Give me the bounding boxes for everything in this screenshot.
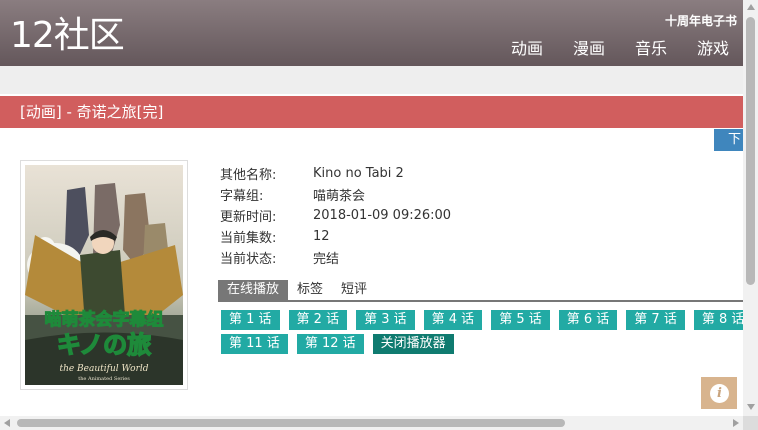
- detail-label: 更新时间:: [220, 210, 277, 225]
- detail-label: 当前集数:: [220, 231, 277, 246]
- episode-button[interactable]: 第 12 话: [296, 334, 364, 354]
- page-title-bar: [动画] - 奇诺之旅[完]: [0, 96, 743, 128]
- vertical-scrollbar[interactable]: [743, 0, 758, 416]
- detail-value: 喵萌茶会: [313, 189, 366, 204]
- detail-row-alt-name: 其他名称: Kino no Tabi 2: [220, 163, 451, 184]
- scroll-down-arrow-icon[interactable]: [747, 404, 755, 410]
- episode-row: 第 1 话 第 2 话 第 3 话 第 4 话 第 5 话 第 6 话 第 7 …: [221, 310, 753, 330]
- anime-details: 其他名称: Kino no Tabi 2 字幕组: 喵萌茶会 更新时间: 201…: [220, 163, 451, 268]
- page-title: [动画] - 奇诺之旅[完]: [20, 103, 164, 121]
- nav-manga[interactable]: 漫画: [573, 38, 605, 60]
- main-nav: 动画 漫画 音乐 游戏: [481, 38, 729, 60]
- episode-button[interactable]: 第 5 话: [491, 310, 550, 330]
- episode-list: 第 1 话 第 2 话 第 3 话 第 4 话 第 5 话 第 6 话 第 7 …: [221, 310, 753, 358]
- vertical-scroll-thumb[interactable]: [746, 17, 755, 285]
- scroll-up-arrow-icon[interactable]: [747, 4, 755, 10]
- poster-overlay-subtitle: the Beautiful World: [59, 364, 148, 374]
- episode-button[interactable]: 第 2 话: [288, 310, 348, 330]
- episode-button[interactable]: 第 7 话: [626, 310, 685, 330]
- nav-music[interactable]: 音乐: [635, 38, 667, 60]
- episode-button[interactable]: 第 6 话: [558, 310, 618, 330]
- detail-label: 其他名称:: [220, 168, 277, 183]
- detail-value: 12: [313, 229, 330, 244]
- tab-short-reviews[interactable]: 短评: [332, 280, 376, 300]
- poster-overlay-fansub: 喵萌茶会字幕组: [45, 309, 164, 330]
- episode-button[interactable]: 第 11 话: [221, 334, 288, 354]
- horizontal-scroll-thumb[interactable]: [17, 419, 565, 427]
- anniversary-ebook-link[interactable]: 十周年电子书: [665, 12, 737, 29]
- close-player-button[interactable]: 关闭播放器: [372, 334, 454, 354]
- header-spacer-band: [0, 66, 743, 94]
- poster-overlay-series: the Animated Series: [78, 376, 130, 382]
- scrollbar-corner: [743, 416, 758, 430]
- site-logo[interactable]: 12社区: [10, 14, 125, 58]
- scroll-right-arrow-icon[interactable]: [733, 419, 739, 427]
- detail-row-episode-count: 当前集数: 12: [220, 226, 451, 247]
- episode-button[interactable]: 第 3 话: [356, 310, 415, 330]
- tab-tags[interactable]: 标签: [288, 280, 332, 300]
- detail-value: Kino no Tabi 2: [313, 166, 404, 181]
- nav-anime[interactable]: 动画: [511, 38, 543, 60]
- poster-frame: 喵萌茶会字幕组 キノの旅 the Beautiful World the Ani…: [20, 160, 188, 390]
- horizontal-scrollbar[interactable]: [0, 416, 743, 430]
- detail-value: 2018-01-09 09:26:00: [313, 208, 452, 223]
- detail-row-status: 当前状态: 完结: [220, 247, 451, 268]
- episode-button[interactable]: 第 1 话: [221, 310, 280, 330]
- nav-games[interactable]: 游戏: [697, 38, 729, 60]
- scroll-left-arrow-icon[interactable]: [4, 419, 10, 427]
- tab-online-play[interactable]: 在线播放: [218, 280, 289, 300]
- poster-overlay-title: キノの旅: [57, 331, 151, 359]
- episode-row: 第 11 话 第 12 话 关闭播放器: [221, 334, 751, 354]
- download-button[interactable]: 下: [714, 129, 743, 151]
- site-header: 12社区 十周年电子书 动画 漫画 音乐 游戏: [0, 0, 743, 66]
- content-tabs: 在线播放 标签 短评: [218, 280, 743, 302]
- detail-row-updated: 更新时间: 2018-01-09 09:26:00: [220, 205, 451, 226]
- detail-value: 完结: [313, 252, 340, 267]
- detail-label: 字幕组:: [220, 189, 264, 204]
- episode-button[interactable]: 第 4 话: [423, 310, 483, 330]
- detail-row-fansub: 字幕组: 喵萌茶会: [220, 184, 451, 205]
- info-icon: i: [710, 384, 729, 403]
- anime-poster-image[interactable]: 喵萌茶会字幕组 キノの旅 the Beautiful World the Ani…: [25, 165, 183, 385]
- detail-label: 当前状态:: [220, 252, 277, 267]
- info-badge[interactable]: i: [701, 377, 737, 409]
